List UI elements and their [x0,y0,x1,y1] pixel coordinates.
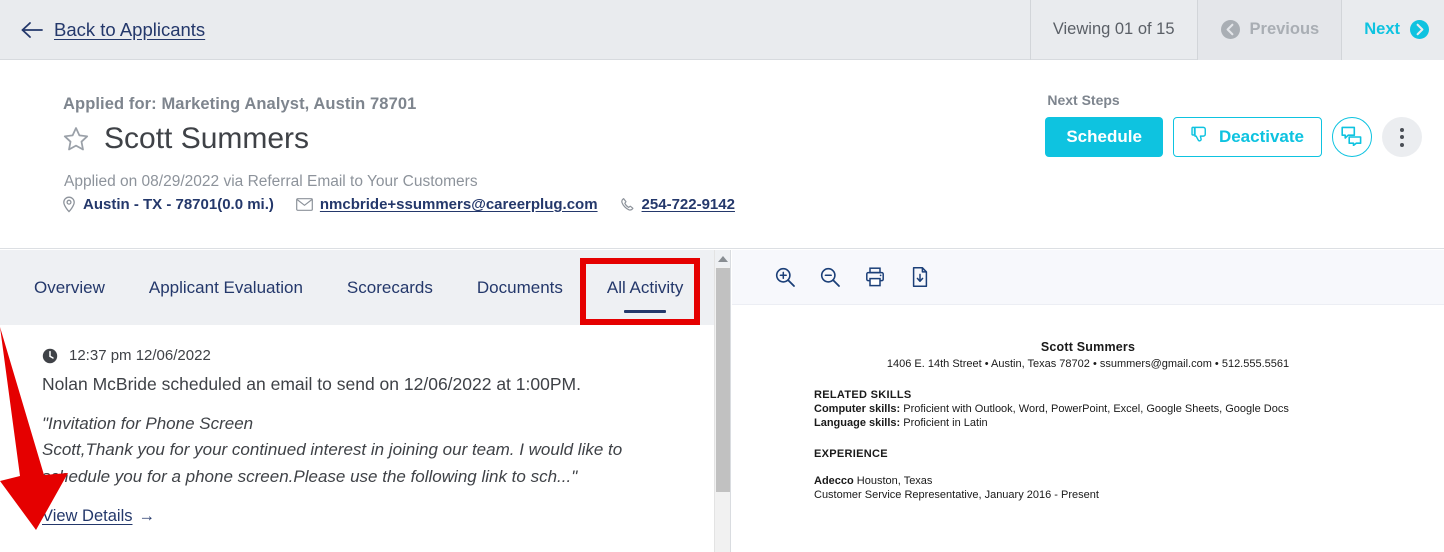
resume-computer-skills-label: Computer skills: [814,403,901,415]
deactivate-button[interactable]: Deactivate [1172,117,1322,157]
applicant-tabs: Overview Applicant Evaluation Scorecards… [0,250,730,325]
arrow-left-icon [20,20,44,40]
next-applicant-button[interactable]: Next [1341,0,1444,60]
tab-scorecards[interactable]: Scorecards [347,278,433,298]
print-icon[interactable] [862,264,888,290]
applicant-header: Applied for: Marketing Analyst, Austin 7… [0,60,1444,249]
envelope-icon [295,198,313,211]
applicant-phone-link[interactable]: 254-722-9142 [642,196,735,213]
document-toolbar [732,250,1444,305]
circle-chevron-left-icon [1220,19,1241,40]
resume-job-title: Customer Service Representative, January… [814,489,1099,501]
resume-language-skills-value: Proficient in Latin [900,417,988,429]
applicant-name-row: Scott Summers [62,122,309,156]
more-options-button[interactable] [1382,117,1422,157]
applicant-email-link[interactable]: nmcbride+ssummers@careerplug.com [320,196,598,213]
phone-icon [620,197,635,212]
resume-language-skills-label: Language skills: [814,417,901,429]
deactivate-label: Deactivate [1218,127,1304,146]
kebab-menu-icon [1400,127,1404,147]
resume-computer-skills: Computer skills: Proficient with Outlook… [732,403,1444,415]
activity-scrollbar[interactable] [714,250,730,552]
next-steps-buttons: Schedule Deactivate [1045,117,1422,157]
resume-computer-skills-value: Proficient with Outlook, Word, PowerPoin… [900,403,1289,415]
tab-documents-label: Documents [476,277,563,297]
contact-info-row: Austin - TX - 78701(0.0 mi.) nmcbride+ss… [62,196,735,213]
applicant-detail-page: Back to Applicants Viewing 01 of 15 Prev… [0,0,1444,552]
applicant-email[interactable]: nmcbride+ssummers@careerplug.com [295,196,598,213]
applicant-phone[interactable]: 254-722-9142 [620,196,735,213]
activity-quote: "Invitation for Phone Screen Scott,Thank… [42,411,662,490]
resume-spacer [732,460,1444,473]
resume-skills-heading: RELATED SKILLS [814,389,912,401]
activity-quote-line-1: "Invitation for Phone Screen [42,414,254,433]
scrollbar-thumb[interactable] [716,268,730,492]
pagination-controls: Viewing 01 of 15 Previous Next [1029,0,1444,60]
page-title: Scott Summers [104,122,310,155]
activity-timestamp-row: 12:37 pm 12/06/2022 [42,347,730,364]
back-to-applicants-label: Back to Applicants [54,18,206,40]
applicant-location: Austin - TX - 78701(0.0 mi.) [62,196,274,213]
document-viewer-panel: Scott Summers 1406 E. 14th Street • Aust… [732,250,1444,552]
tab-applicant-evaluation-label: Applicant Evaluation [148,277,303,297]
activity-timestamp: 12:37 pm 12/06/2022 [69,347,211,364]
activity-quote-line-3: schedule you for a phone screen.Please u… [42,466,578,486]
applicant-location-text: Austin - TX - 78701(0.0 mi.) [83,196,274,213]
applied-for-text: Applied for: Marketing Analyst, Austin 7… [63,95,417,113]
activity-feed: 12:37 pm 12/06/2022 Nolan McBride schedu… [0,325,730,552]
next-label: Next [1364,20,1400,38]
circle-chevron-right-icon [1409,19,1430,40]
zoom-out-icon[interactable] [817,264,843,290]
tab-overview[interactable]: Overview [34,278,105,298]
scroll-up-button[interactable] [715,250,730,267]
star-outline-icon[interactable] [62,125,90,153]
top-navigation-bar: Back to Applicants Viewing 01 of 15 Prev… [0,0,1444,60]
previous-label: Previous [1249,20,1320,38]
previous-applicant-button[interactable]: Previous [1196,0,1342,60]
resume-employer-line: Adecco Houston, Texas [732,475,1444,487]
messages-button[interactable] [1332,117,1372,157]
thumbs-down-icon [1191,125,1210,149]
next-steps-section: Next Steps Schedule Deactivate [1045,92,1422,157]
download-icon[interactable] [907,264,933,290]
view-details-label: View Details [42,507,133,526]
activity-summary: Nolan McBride scheduled an email to send… [42,374,581,394]
back-to-applicants-link[interactable]: Back to Applicants [20,19,205,41]
tab-applicant-evaluation[interactable]: Applicant Evaluation [149,278,303,298]
schedule-button[interactable]: Schedule [1045,117,1163,157]
clock-icon [42,348,58,364]
caret-up-icon [717,255,728,262]
zoom-in-icon[interactable] [772,264,798,290]
resume-employer-location: Houston, Texas [853,475,933,487]
tab-all-activity-label: All Activity [606,277,684,297]
tab-documents[interactable]: Documents [477,278,563,298]
view-details-link[interactable]: View Details → [42,507,155,526]
tab-overview-label: Overview [34,277,105,297]
resume-document: Scott Summers 1406 E. 14th Street • Aust… [732,305,1444,552]
activity-panel: Overview Applicant Evaluation Scorecards… [0,250,731,552]
map-pin-icon [62,196,76,213]
activity-quote-line-2: Scott,Thank you for your continued inter… [42,440,623,460]
resume-applicant-name: Scott Summers [1040,340,1136,354]
resume-experience-heading: EXPERIENCE [814,448,888,460]
viewing-count-label: Viewing 01 of 15 [1029,0,1197,60]
resume-contact-line: 1406 E. 14th Street • Austin, Texas 7870… [886,358,1290,370]
next-steps-label: Next Steps [1047,92,1120,108]
tab-scorecards-label: Scorecards [346,277,433,297]
resume-employer-name: Adecco [814,475,854,487]
applied-on-text: Applied on 08/29/2022 via Referral Email… [64,173,478,190]
tab-all-activity[interactable]: All Activity [607,278,684,298]
arrow-right-icon: → [138,507,155,526]
chat-bubbles-icon [1341,126,1363,149]
resume-language-skills: Language skills: Proficient in Latin [732,417,1444,429]
